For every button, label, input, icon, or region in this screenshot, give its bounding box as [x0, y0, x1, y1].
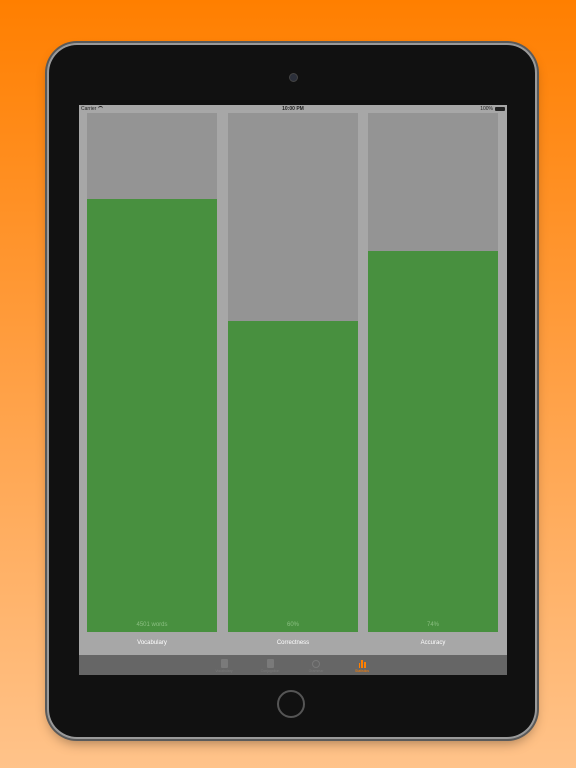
- tab-grammar[interactable]: Grammar: [297, 655, 335, 675]
- home-button[interactable]: [277, 690, 305, 718]
- bar-label-accuracy: Accuracy: [420, 640, 446, 646]
- status-bar: Carrier 10:00 PM 100%: [79, 105, 507, 113]
- bar-accuracy: 74%: [368, 113, 498, 632]
- tab-conjugation[interactable]: Conjugation: [251, 655, 289, 675]
- bar-value-vocabulary: 4501 words: [136, 622, 168, 628]
- grammar-icon: [312, 659, 320, 668]
- bar-fill-vocabulary: [87, 198, 217, 632]
- app-screen: Carrier 10:00 PM 100% 4501 words 60% 74%…: [79, 105, 507, 675]
- bar-value-accuracy: 74%: [426, 622, 439, 628]
- tab-vocabulary[interactable]: Vocabulary: [205, 655, 243, 675]
- tab-label: Vocabulary: [215, 669, 233, 673]
- battery-icon: [495, 107, 505, 111]
- bar-chart-icon: [358, 659, 366, 668]
- tab-bar: Vocabulary Conjugation Grammar Statistic…: [79, 655, 507, 675]
- bar-value-correctness: 60%: [286, 622, 299, 628]
- document-icon: [266, 659, 274, 668]
- bar-fill-correctness: [228, 320, 358, 632]
- tab-label: Statistics: [354, 669, 369, 673]
- status-time: 10:00 PM: [282, 106, 304, 112]
- bar-correctness: 60%: [228, 113, 358, 632]
- bar-label-correctness: Correctness: [276, 640, 310, 646]
- bar-label-vocabulary: Vocabulary: [137, 640, 167, 646]
- tab-label: Conjugation: [260, 669, 280, 673]
- camera-icon: [289, 73, 298, 82]
- bar-vocabulary: 4501 words: [87, 113, 217, 632]
- ipad-device: Carrier 10:00 PM 100% 4501 words 60% 74%…: [49, 45, 535, 737]
- bar-fill-accuracy: [368, 250, 498, 632]
- tab-statistics[interactable]: Statistics: [343, 655, 381, 675]
- status-battery: 100%: [480, 106, 505, 112]
- document-icon: [220, 659, 228, 668]
- tab-label: Grammar: [308, 668, 324, 673]
- battery-percent: 100%: [480, 106, 493, 112]
